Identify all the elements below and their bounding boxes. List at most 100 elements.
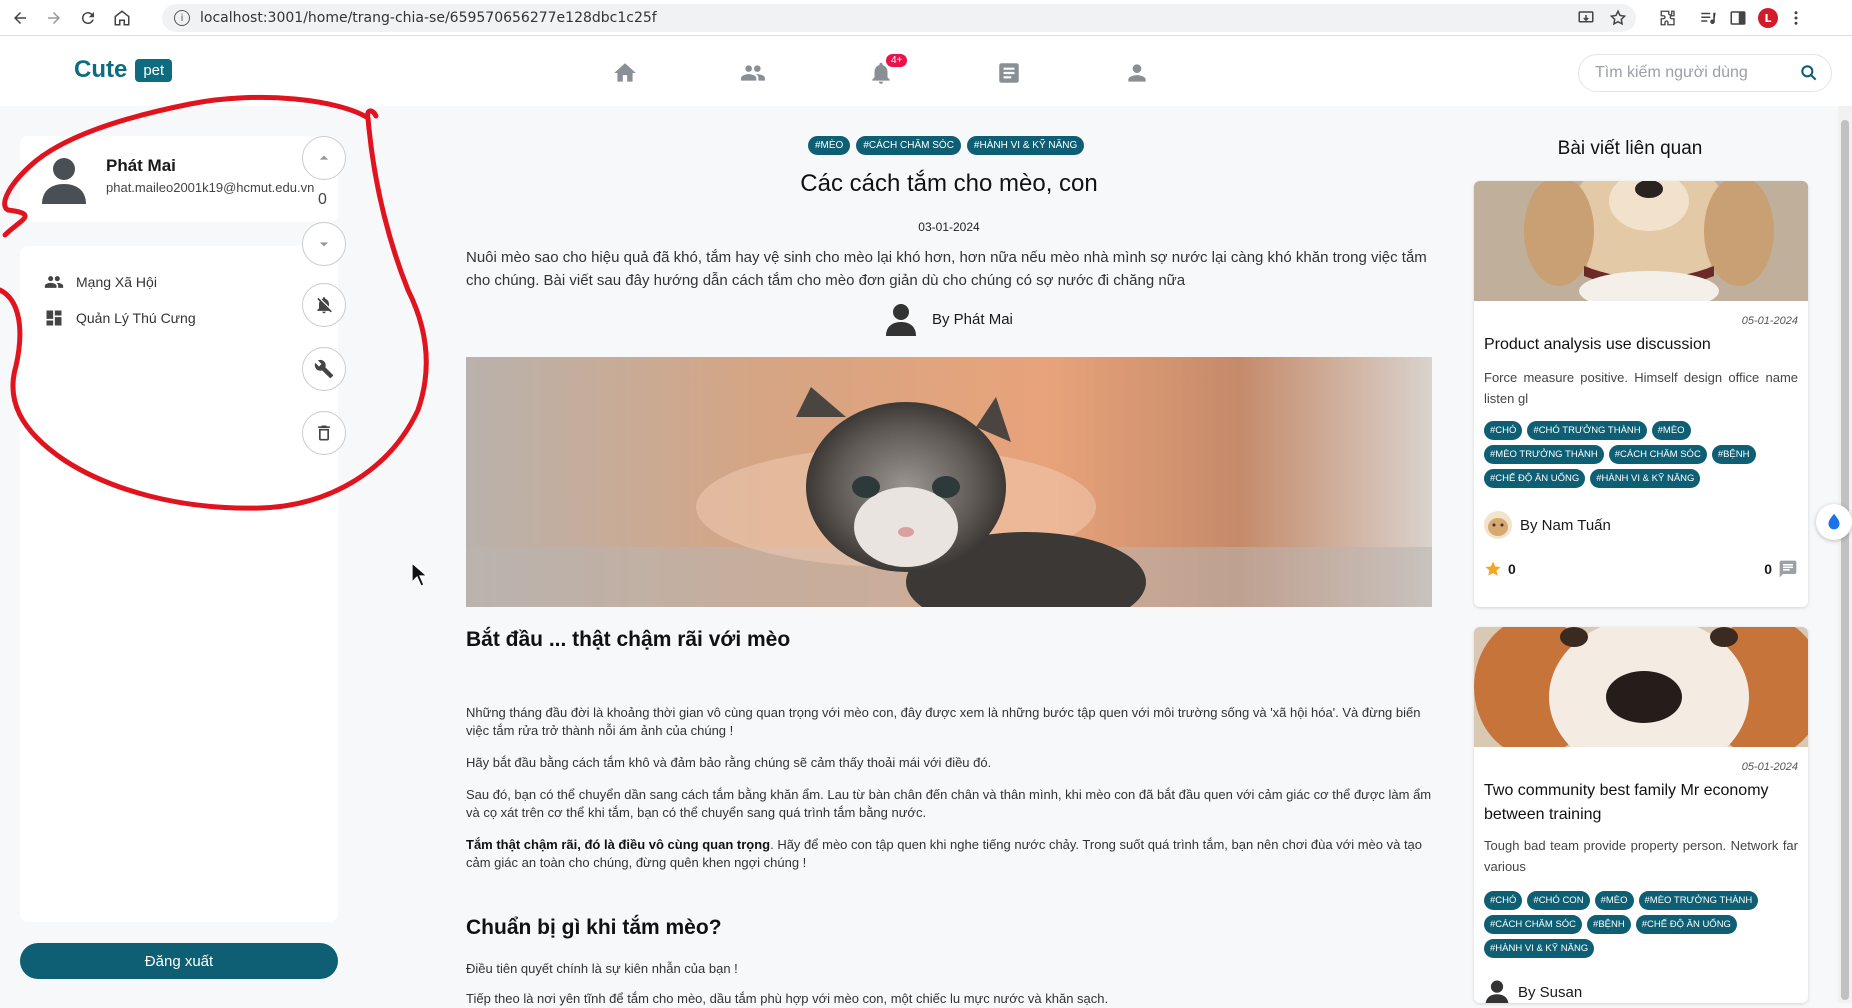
mute-notification-button[interactable] [302, 283, 346, 327]
card-tag[interactable]: #CHÓ TRƯỞNG THÀNH [1527, 421, 1647, 440]
card-description: Force measure positive. Himself design o… [1484, 370, 1798, 406]
sidebar-item-label: Mạng Xã Hội [76, 274, 157, 290]
sidebar-item-pet-management[interactable]: Quản Lý Thú Cưng [44, 308, 196, 328]
card-image [1474, 627, 1808, 777]
floating-widget-icon[interactable] [1816, 504, 1852, 540]
logo[interactable]: Cute pet [74, 56, 173, 84]
side-menu: Mạng Xã Hội Quản Lý Thú Cưng [20, 246, 338, 922]
delete-button[interactable] [302, 411, 346, 455]
card-tag[interactable]: #CÁCH CHĂM SÓC [1484, 915, 1583, 934]
card-author[interactable]: By Susan [1484, 979, 1582, 1003]
upvote-button[interactable] [302, 136, 346, 180]
sidebar-item-social[interactable]: Mạng Xã Hội [44, 272, 157, 292]
card-title[interactable]: Two community best family Mr economy bet… [1484, 779, 1798, 827]
side-panel-icon[interactable] [1724, 4, 1752, 32]
logo-text: Cute [74, 56, 128, 83]
star-stat[interactable]: 0 [1484, 560, 1516, 578]
friends-icon[interactable] [738, 58, 768, 88]
card-tag[interactable]: #HÀNH VI & KỸ NĂNG [1590, 469, 1701, 488]
article-paragraph: Sau đó, bạn có thể chuyển dần sang cách … [466, 787, 1432, 820]
profile-icon[interactable] [1122, 58, 1152, 88]
comment-count: 0 [1764, 561, 1772, 577]
site-info-icon[interactable]: i [174, 10, 190, 26]
reload-icon[interactable] [74, 4, 102, 32]
comment-icon [1779, 560, 1797, 578]
profile-email: phat.maileo2001k19@hcmut.edu.vn [106, 180, 315, 195]
profile-avatar[interactable]: L [1754, 4, 1782, 32]
card-tag[interactable]: #CHÓ [1484, 891, 1523, 910]
scroll-thumb[interactable] [1841, 120, 1849, 1000]
vote-count: 0 [318, 191, 327, 208]
logo-badge: pet [135, 58, 173, 82]
people-icon [44, 276, 64, 288]
article-paragraph: Những tháng đầu đời là khoảng thời gian … [466, 705, 1421, 738]
extensions-icon[interactable] [1654, 4, 1682, 32]
related-heading: Bài viết liên quan [1557, 138, 1703, 159]
home-browser-icon[interactable] [108, 4, 136, 32]
card-author[interactable]: By Nam Tuấn [1484, 511, 1611, 539]
bookmark-star-icon[interactable] [1604, 4, 1632, 32]
sidebar-item-label: Quản Lý Thú Cưng [76, 310, 196, 326]
forward-icon[interactable] [40, 4, 68, 32]
article-hero-image [466, 357, 1432, 607]
trash-icon [318, 425, 330, 441]
browser-toolbar: i localhost:3001/home/trang-chia-se/6595… [0, 0, 1852, 36]
dashboard-icon [46, 310, 62, 326]
card-date: 05-01-2024 [1741, 761, 1798, 773]
articles-icon[interactable] [994, 58, 1024, 88]
card-date: 05-01-2024 [1741, 315, 1798, 327]
card-tag[interactable]: #CHẾ ĐỘ ĂN UỐNG [1484, 469, 1586, 488]
caret-up-icon [319, 155, 329, 160]
card-tag[interactable]: #CÁCH CHĂM SÓC [1608, 445, 1707, 464]
notification-count-badge: 4+ [886, 54, 908, 67]
app-header: Cute pet 4+ [0, 36, 1852, 106]
article-author[interactable]: By Phát Mai [884, 302, 1013, 336]
card-tags: #CHÓ #CHÓ CON #MÈO #MÈO TRƯỞNG THÀNH #CÁ… [1484, 891, 1798, 958]
card-tag[interactable]: #MÈO [1651, 421, 1691, 440]
profile-initial: L [1758, 8, 1778, 28]
article-tag[interactable]: #CÁCH CHĂM SÓC [856, 136, 961, 155]
comment-stat[interactable]: 0 [1764, 559, 1798, 579]
logout-button[interactable]: Đăng xuất [20, 943, 338, 979]
author-avatar [1484, 511, 1512, 539]
card-tag[interactable]: #BỆNH [1587, 915, 1631, 934]
related-card[interactable]: 05-01-2024 Product analysis use discussi… [1474, 181, 1808, 607]
notifications-off-icon [317, 297, 332, 314]
notification-bell-icon[interactable]: 4+ [866, 54, 908, 88]
scrollbar[interactable] [1838, 106, 1852, 1003]
edit-tool-button[interactable] [302, 347, 346, 391]
user-search-input[interactable] [1595, 64, 1791, 82]
downvote-button[interactable] [302, 222, 346, 266]
card-tag[interactable]: #HÀNH VI & KỸ NĂNG [1484, 939, 1595, 958]
media-icon[interactable] [1694, 4, 1722, 32]
card-tag[interactable]: #CHẾ ĐỘ ĂN UỐNG [1635, 915, 1737, 934]
card-tag[interactable]: #BỆNH [1711, 445, 1756, 464]
wrench-icon [314, 359, 334, 379]
card-tag[interactable]: #MÈO [1594, 891, 1634, 910]
address-bar[interactable]: i localhost:3001/home/trang-chia-se/6595… [162, 4, 1636, 32]
profile-card[interactable]: Phát Mai phat.maileo2001k19@hcmut.edu.vn [20, 136, 338, 222]
article-tag[interactable]: #MÈO [808, 136, 851, 155]
back-icon[interactable] [6, 4, 34, 32]
card-image [1474, 181, 1808, 311]
card-tag[interactable]: #CHÓ [1484, 421, 1523, 440]
article-paragraph: Điều tiên quyết chính là sự kiên nhẫn củ… [466, 961, 738, 976]
article-intro: Nuôi mèo sao cho hiệu quả đã khó, tắm ha… [466, 249, 1427, 289]
article-paragraph: Hãy bắt đầu bằng cách tắm khô và đảm bảo… [466, 755, 992, 770]
menu-kebab-icon[interactable] [1782, 4, 1810, 32]
card-tag[interactable]: #MÈO TRƯỞNG THÀNH [1484, 445, 1604, 464]
url-text: localhost:3001/home/trang-chia-se/659570… [200, 10, 657, 26]
author-avatar-icon [886, 304, 916, 336]
search-icon[interactable] [1799, 63, 1819, 83]
card-title[interactable]: Product analysis use discussion [1484, 333, 1798, 357]
card-tag[interactable]: #CHÓ CON [1527, 891, 1590, 910]
related-card[interactable]: 05-01-2024 Two community best family Mr … [1474, 627, 1808, 1003]
card-author-name: By Susan [1518, 983, 1583, 1001]
card-tag[interactable]: #MÈO TRƯỞNG THÀNH [1638, 891, 1759, 910]
article-tag[interactable]: #HÀNH VI & KỸ NĂNG [966, 136, 1085, 155]
home-icon[interactable] [610, 58, 640, 88]
section-title: Chuẩn bị gì khi tắm mèo? [466, 916, 722, 939]
install-icon[interactable] [1572, 4, 1600, 32]
profile-name: Phát Mai [106, 156, 176, 175]
caret-down-icon [319, 242, 329, 247]
